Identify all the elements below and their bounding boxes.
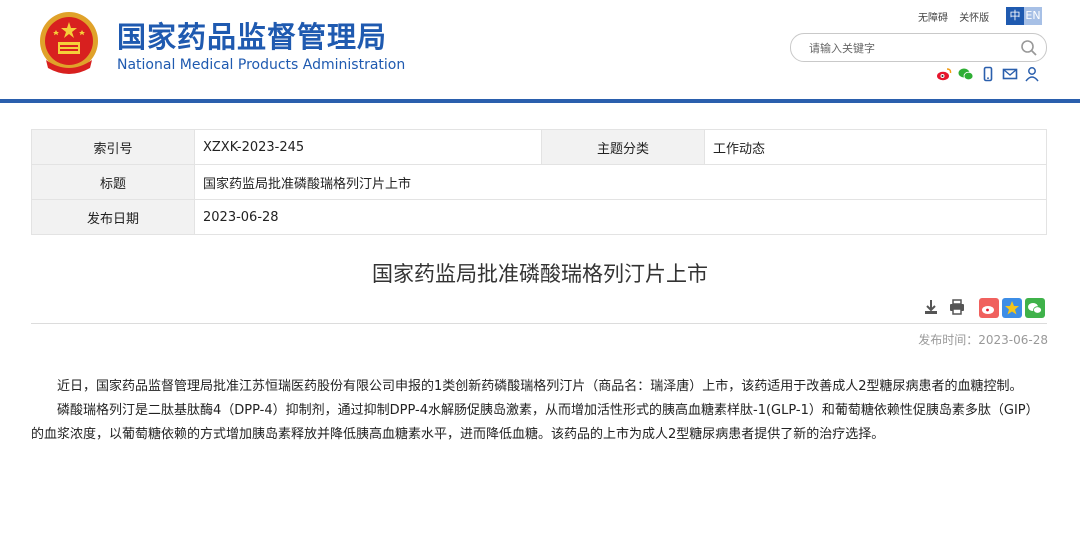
date-value: 2023-06-28 xyxy=(194,199,1047,235)
article-tools xyxy=(922,298,966,316)
info-row-title: 标题 国家药监局批准磷酸瑞格列汀片上市 xyxy=(31,164,1047,200)
social-links xyxy=(936,66,1040,82)
info-row-index: 索引号 XZXK-2023-245 主题分类 工作动态 xyxy=(31,129,1047,165)
category-value: 工作动态 xyxy=(704,129,1047,165)
publish-time: 发布时间：2023-06-28 xyxy=(918,333,1048,347)
article-paragraph: 近日，国家药品监督管理局批准江苏恒瑞医药股份有限公司申报的1类创新药磷酸瑞格列汀… xyxy=(57,379,1023,394)
accessibility-link[interactable]: 无障碍 xyxy=(918,13,948,24)
index-value: XZXK-2023-245 xyxy=(194,129,542,165)
title-label: 标题 xyxy=(31,164,195,200)
info-row-date: 发布日期 2023-06-28 xyxy=(31,199,1047,235)
weibo-icon[interactable] xyxy=(936,66,952,82)
mobile-icon[interactable] xyxy=(980,66,996,82)
print-icon[interactable] xyxy=(948,298,966,316)
category-label: 主题分类 xyxy=(541,129,705,165)
weibo-share-icon[interactable] xyxy=(979,298,999,318)
article-divider xyxy=(31,323,1047,324)
lang-en-button[interactable]: EN xyxy=(1024,7,1042,25)
title-value: 国家药监局批准磷酸瑞格列汀片上市 xyxy=(194,164,1047,200)
header-divider-bar xyxy=(0,99,1080,103)
date-label: 发布日期 xyxy=(31,199,195,235)
search-box xyxy=(790,33,1047,62)
mail-icon[interactable] xyxy=(1002,66,1018,82)
top-links: 无障碍 关怀版 xyxy=(918,9,997,24)
user-icon[interactable] xyxy=(1024,66,1040,82)
site-title-en[interactable]: National Medical Products Administration xyxy=(117,57,405,73)
article-paragraph: 磷酸瑞格列汀是二肽基肽酶4（DPP-4）抑制剂，通过抑制DPP-4水解肠促胰岛激… xyxy=(31,403,1039,442)
article-body: 近日，国家药品监督管理局批准江苏恒瑞医药股份有限公司申报的1类创新药磷酸瑞格列汀… xyxy=(31,375,1047,447)
elderly-mode-link[interactable]: 关怀版 xyxy=(959,13,989,24)
wechat-share-icon[interactable] xyxy=(1025,298,1045,318)
share-buttons xyxy=(979,298,1045,318)
index-label: 索引号 xyxy=(31,129,195,165)
download-icon[interactable] xyxy=(922,298,940,316)
search-icon[interactable] xyxy=(1020,39,1038,57)
national-emblem-icon[interactable] xyxy=(38,10,100,76)
lang-zh-button[interactable]: 中 xyxy=(1006,7,1024,25)
site-header: 国家药品监督管理局 National Medical Products Admi… xyxy=(0,0,1080,100)
site-title-cn[interactable]: 国家药品监督管理局 xyxy=(117,14,387,56)
qzone-share-icon[interactable] xyxy=(1002,298,1022,318)
search-input[interactable] xyxy=(807,38,1011,58)
language-switch: 中 EN xyxy=(1006,7,1042,25)
article-title: 国家药监局批准磷酸瑞格列汀片上市 xyxy=(372,262,708,286)
article-info-table: 索引号 XZXK-2023-245 主题分类 工作动态 标题 国家药监局批准磷酸… xyxy=(31,129,1047,235)
wechat-icon[interactable] xyxy=(958,66,974,82)
